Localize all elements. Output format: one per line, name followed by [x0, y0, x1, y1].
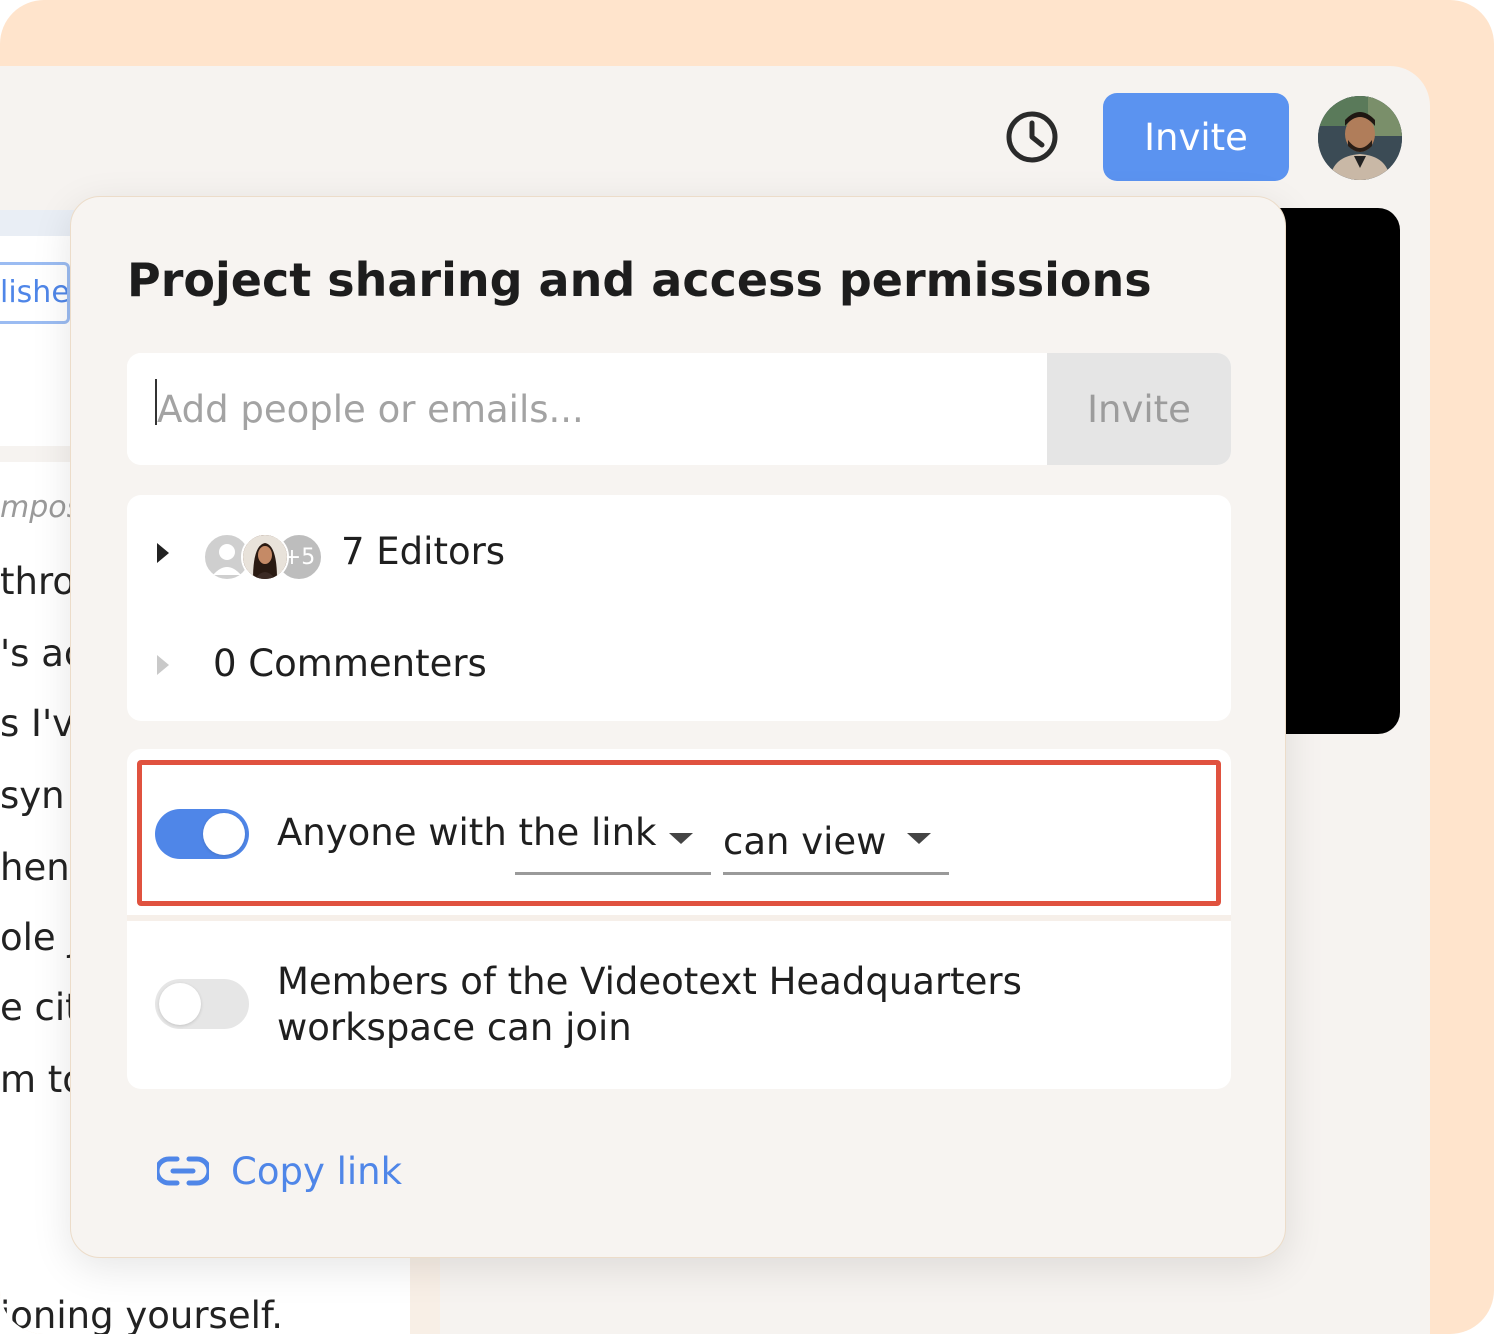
window-frame: Invite lishe mpos thro 's ac s I'v syn hen ol…	[0, 0, 1494, 1334]
sharing-dialog: Project sharing and access permissions I…	[70, 196, 1286, 1258]
workspace-access-line1: Members of the Videotext Headquarters	[277, 960, 1022, 1003]
text-caret	[155, 379, 157, 425]
background-doc-line: syn	[0, 774, 65, 817]
header-invite-button[interactable]: Invite	[1103, 93, 1289, 181]
background-doc-line: e cit	[0, 986, 70, 1029]
link-permission-select[interactable]: can view	[723, 811, 949, 875]
dialog-title: Project sharing and access permissions	[127, 253, 1152, 307]
workspace-access-line2: workspace can join	[277, 1006, 632, 1049]
chevron-down-icon	[669, 833, 693, 844]
invite-button[interactable]: Invite	[1047, 353, 1231, 465]
copy-link-button[interactable]: Copy link	[157, 1141, 402, 1201]
background-doc-line: 's ac	[0, 632, 70, 675]
editors-label: 7 Editors	[341, 530, 506, 573]
background-doc-header	[0, 210, 80, 446]
people-list: +5 7 Editors 0 Commenters	[127, 495, 1231, 721]
invite-row: Invite	[127, 353, 1231, 465]
background-doc-line: thro	[0, 560, 70, 603]
link-permission-label: can view	[723, 820, 887, 863]
workspace-access-toggle[interactable]	[155, 979, 249, 1029]
background-doc-line: ole ju	[0, 916, 70, 959]
editor-avatar-photo	[241, 533, 289, 581]
background-doc-line: m to	[0, 1058, 70, 1101]
workspace-access-label: Members of the Videotext Headquarters wo…	[277, 959, 1097, 1051]
background-status-tab: lishe	[0, 262, 70, 324]
copy-link-label: Copy link	[231, 1149, 403, 1193]
link-card-divider	[127, 915, 1231, 921]
editor-avatars: +5	[203, 533, 323, 581]
commenters-row[interactable]: 0 Commenters	[127, 625, 1231, 705]
history-icon[interactable]	[1004, 109, 1060, 165]
user-avatar[interactable]	[1318, 96, 1402, 180]
background-doc-line: hen	[0, 846, 70, 889]
background-doc-line: mpos	[0, 490, 70, 525]
link-icon	[157, 1156, 209, 1186]
background-doc-bottom-line: ioning yourself.	[0, 1294, 283, 1334]
expand-commenters-icon[interactable]	[157, 655, 169, 675]
link-access-toggle[interactable]	[155, 809, 249, 859]
add-people-input[interactable]	[127, 353, 1047, 465]
background-doc-line: s I'v	[0, 702, 70, 745]
link-who-select[interactable]	[515, 811, 711, 875]
editors-row[interactable]: +5 7 Editors	[127, 513, 1231, 593]
toggle-knob	[203, 813, 245, 855]
chevron-down-icon	[907, 833, 931, 844]
commenters-label: 0 Commenters	[213, 642, 487, 685]
toggle-knob	[159, 983, 201, 1025]
expand-editors-icon[interactable]	[157, 543, 169, 563]
